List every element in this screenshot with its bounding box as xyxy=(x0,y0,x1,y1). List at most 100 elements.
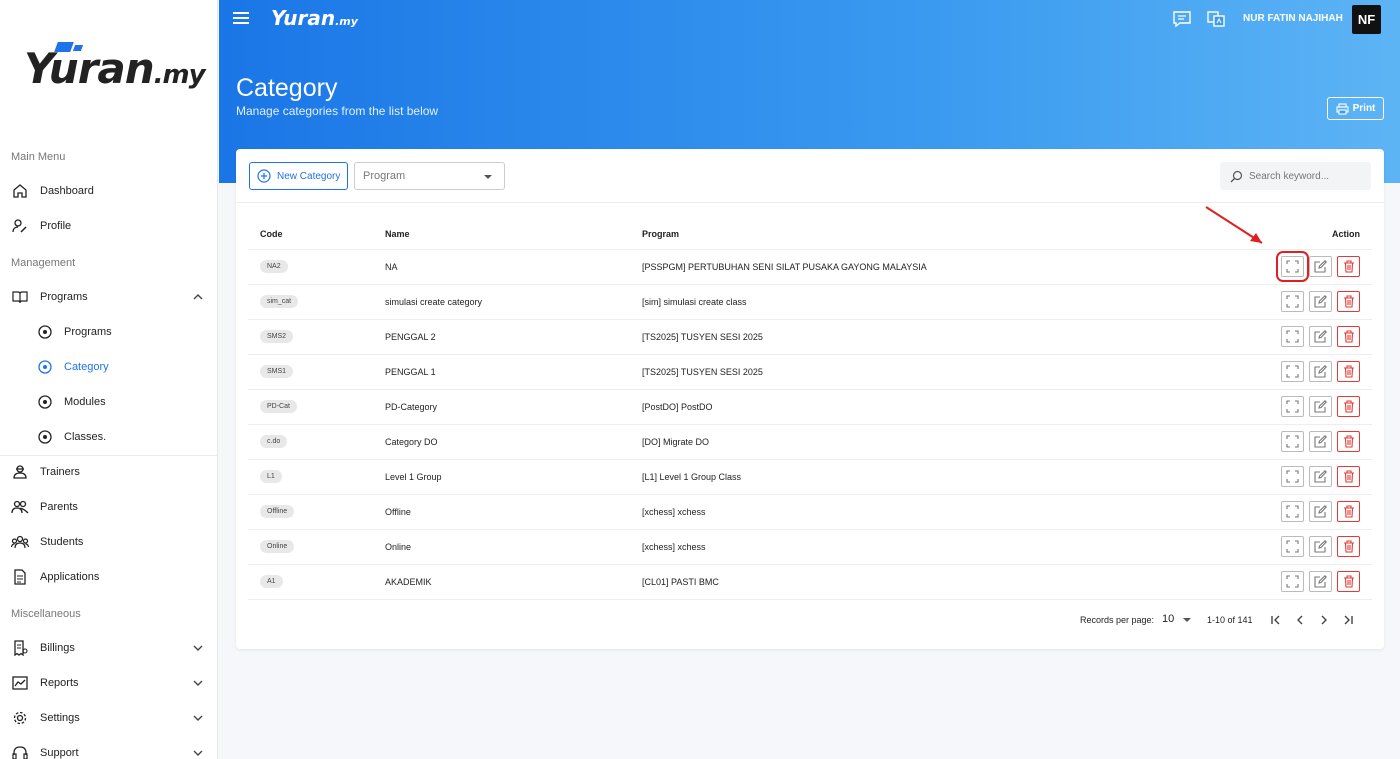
delete-button[interactable] xyxy=(1337,571,1360,592)
column-header-name[interactable]: Name xyxy=(385,219,642,250)
translate-icon[interactable] xyxy=(1207,11,1225,27)
new-category-button[interactable]: New Category xyxy=(249,162,348,190)
menu-icon[interactable] xyxy=(233,12,249,26)
book-icon xyxy=(11,288,29,306)
expand-icon xyxy=(1286,400,1299,413)
edit-button[interactable] xyxy=(1309,361,1332,382)
cell-action xyxy=(1242,424,1372,460)
sidebar-item-applications[interactable]: Applications xyxy=(0,560,217,594)
code-chip: sim_cat xyxy=(260,295,299,308)
sidebar-item-label: Reports xyxy=(40,677,79,689)
view-button[interactable] xyxy=(1281,326,1304,347)
avatar[interactable]: NF xyxy=(1352,5,1381,34)
delete-button[interactable] xyxy=(1337,326,1360,347)
edit-button[interactable] xyxy=(1309,431,1332,452)
header-logo[interactable]: Yuran.my xyxy=(271,6,358,30)
delete-button[interactable] xyxy=(1337,536,1360,557)
code-chip: PD-Cat xyxy=(260,400,297,413)
edit-button[interactable] xyxy=(1309,536,1332,557)
sidebar-logo[interactable]: Yuran.my xyxy=(24,42,206,102)
gear-icon xyxy=(11,709,29,727)
view-button[interactable] xyxy=(1281,431,1304,452)
sidebar-item-programs-list[interactable]: Programs xyxy=(0,315,217,349)
first-page-icon[interactable] xyxy=(1269,613,1283,627)
expand-icon xyxy=(1286,540,1299,553)
sidebar-item-settings[interactable]: Settings xyxy=(0,701,217,735)
view-button[interactable] xyxy=(1276,251,1309,282)
view-button[interactable] xyxy=(1281,361,1304,382)
sidebar-item-support[interactable]: Support xyxy=(0,736,217,759)
search-input[interactable] xyxy=(1249,170,1359,182)
pagination: Records per page: 10 1-10 of 141 xyxy=(236,609,1384,629)
delete-button[interactable] xyxy=(1337,256,1360,277)
sidebar-item-category[interactable]: Category xyxy=(0,350,217,384)
sidebar-item-programs[interactable]: Programs xyxy=(0,280,217,314)
chevron-down-icon xyxy=(193,645,203,651)
cell-program: [DO] Migrate DO xyxy=(642,424,1242,460)
user-name[interactable]: NUR FATIN NAJIHAH xyxy=(1243,13,1343,24)
edit-icon xyxy=(1314,505,1327,518)
edit-button[interactable] xyxy=(1309,396,1332,417)
edit-button[interactable] xyxy=(1309,571,1332,592)
code-chip: SMS1 xyxy=(260,365,294,378)
edit-button[interactable] xyxy=(1309,466,1332,487)
program-select[interactable]: Program xyxy=(354,162,505,190)
view-button[interactable] xyxy=(1281,571,1304,592)
edit-button[interactable] xyxy=(1309,501,1332,522)
delete-button[interactable] xyxy=(1337,501,1360,522)
edit-button[interactable] xyxy=(1309,256,1332,277)
delete-button[interactable] xyxy=(1337,466,1360,487)
records-per-page-select[interactable]: 10 xyxy=(1162,613,1174,625)
sidebar-item-classes[interactable]: Classes. xyxy=(0,420,217,454)
sidebar-item-students[interactable]: Students xyxy=(0,525,217,559)
code-chip: Offline xyxy=(260,505,295,518)
records-per-page-label: Records per page: xyxy=(1080,615,1155,625)
view-button[interactable] xyxy=(1281,396,1304,417)
trash-icon xyxy=(1343,575,1354,588)
delete-button[interactable] xyxy=(1337,291,1360,312)
edit-icon xyxy=(1314,365,1327,378)
sidebar-item-billings[interactable]: Billings xyxy=(0,631,217,665)
view-button[interactable] xyxy=(1281,466,1304,487)
expand-icon xyxy=(1286,260,1299,273)
sidebar-item-modules[interactable]: Modules xyxy=(0,385,217,419)
delete-button[interactable] xyxy=(1337,396,1360,417)
trash-icon xyxy=(1343,295,1354,308)
delete-button[interactable] xyxy=(1337,361,1360,382)
cell-action xyxy=(1242,249,1372,285)
edit-button[interactable] xyxy=(1309,326,1332,347)
caret-down-icon[interactable] xyxy=(1183,618,1191,622)
sidebar-item-label: Billings xyxy=(40,642,75,654)
sidebar-item-profile[interactable]: Profile xyxy=(0,209,217,243)
prev-page-icon[interactable] xyxy=(1293,613,1307,627)
cell-name: AKADEMIK xyxy=(385,564,642,600)
view-button[interactable] xyxy=(1281,291,1304,312)
code-chip: SMS2 xyxy=(260,330,294,343)
home-icon xyxy=(11,182,29,200)
table-row: SMS1 PENGGAL 1 [TS2025] TUSYEN SESI 2025 xyxy=(248,354,1372,390)
print-button[interactable]: Print xyxy=(1327,97,1384,120)
header-logo-main: Yuran xyxy=(271,6,336,30)
cell-name: Offline xyxy=(385,494,642,530)
column-header-code[interactable]: Code xyxy=(248,219,385,250)
cell-name: PENGGAL 2 xyxy=(385,319,642,355)
view-button[interactable] xyxy=(1281,536,1304,557)
edit-button[interactable] xyxy=(1309,291,1332,312)
table-row: SMS2 PENGGAL 2 [TS2025] TUSYEN SESI 2025 xyxy=(248,319,1372,355)
table-body: NA2 NA [PSSPGM] PERTUBUHAN SENI SILAT PUSA… xyxy=(248,249,1372,600)
sidebar-item-dashboard[interactable]: Dashboard xyxy=(0,174,217,208)
last-page-icon[interactable] xyxy=(1341,613,1355,627)
next-page-icon[interactable] xyxy=(1317,613,1331,627)
sidebar-item-parents[interactable]: Parents xyxy=(0,490,217,524)
chat-icon[interactable] xyxy=(1173,11,1191,27)
sidebar-item-trainers[interactable]: Trainers xyxy=(0,455,217,489)
column-header-program[interactable]: Program xyxy=(642,219,1242,250)
table-row: A1 AKADEMIK [CL01] PASTI BMC xyxy=(248,564,1372,600)
search-icon xyxy=(1230,170,1243,182)
delete-button[interactable] xyxy=(1337,431,1360,452)
cell-code: A1 xyxy=(248,564,385,600)
trash-icon xyxy=(1343,505,1354,518)
cell-code: PD-Cat xyxy=(248,389,385,425)
sidebar-item-reports[interactable]: Reports xyxy=(0,666,217,700)
view-button[interactable] xyxy=(1281,501,1304,522)
